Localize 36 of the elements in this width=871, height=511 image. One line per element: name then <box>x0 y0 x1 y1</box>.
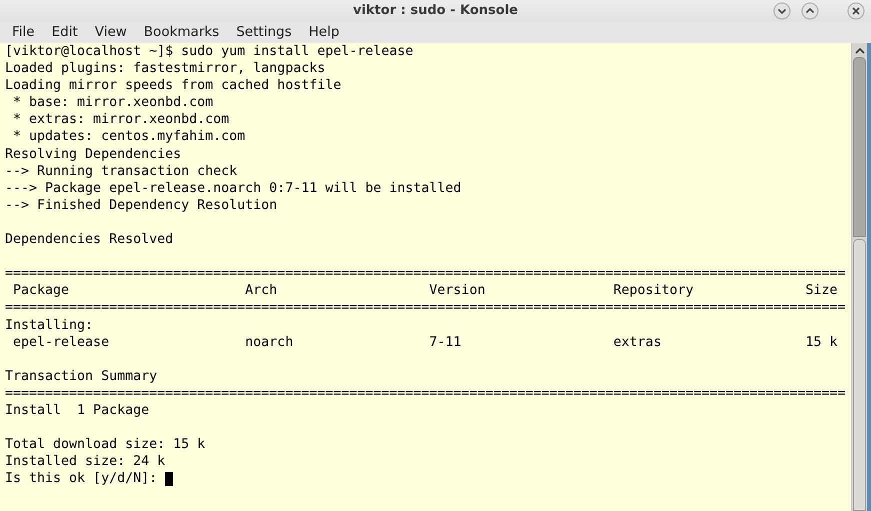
terminal-line: [viktor@localhost ~]$ sudo yum install epel-release <box>5 43 414 60</box>
minimize-icon[interactable] <box>773 2 791 20</box>
menu-item[interactable]: File <box>6 22 41 42</box>
menu-item[interactable]: Help <box>302 22 346 42</box>
terminal-line: Total download size: 15 k <box>5 436 206 454</box>
maximize-icon[interactable] <box>801 2 819 20</box>
terminal-line: Loading mirror speeds from cached hostfile <box>5 77 342 94</box>
terminal-line: Package Arch Version Repository Size <box>12 282 838 300</box>
menu-item[interactable]: Bookmarks <box>138 22 226 42</box>
terminal-line: Install 1 Package <box>5 402 150 420</box>
close-icon[interactable] <box>847 2 865 20</box>
terminal-line: Loaded plugins: fastestmirror, langpacks <box>5 60 326 78</box>
window-title: viktor : sudo - Konsole <box>352 3 518 18</box>
terminal-line: --> Running transaction check <box>5 162 238 180</box>
terminal-area[interactable] <box>0 43 851 511</box>
terminal-line: ========================================================================================================= <box>5 299 846 316</box>
terminal-line: * extras: mirror.xeonbd.com <box>12 111 230 128</box>
terminal-line: Resolving Dependencies <box>5 146 182 163</box>
terminal-line: * base: mirror.xeonbd.com <box>12 94 214 112</box>
terminal-line: Transaction Summary <box>5 368 158 385</box>
terminal-line: Dependencies Resolved <box>5 231 174 248</box>
terminal-line: epel-release noarch 7-11 extras 15 k <box>12 334 838 351</box>
scroll-up-icon[interactable] <box>854 47 864 55</box>
terminal-line: Installing: <box>5 316 94 334</box>
terminal-line: ---> Package epel-release.noarch 0:7-11 will be installed <box>5 180 462 197</box>
terminal-line: --> Finished Dependency Resolution <box>5 196 278 214</box>
scrollbar[interactable] <box>851 43 867 511</box>
terminal-line: * updates: centos.myfahim.com <box>12 128 246 146</box>
menu-item[interactable]: Edit <box>46 22 84 42</box>
terminal-line: Installed size: 24 k <box>5 453 166 470</box>
terminal-line: Is this ok [y/d/N]: <box>5 470 158 488</box>
scrollbar-thumb[interactable] <box>853 239 866 511</box>
menu-item[interactable]: Settings <box>230 22 298 42</box>
terminal-line: ========================================================================================================= <box>5 384 846 402</box>
menu-item[interactable]: View <box>88 22 133 42</box>
terminal-line: ========================================================================================================= <box>5 265 846 282</box>
